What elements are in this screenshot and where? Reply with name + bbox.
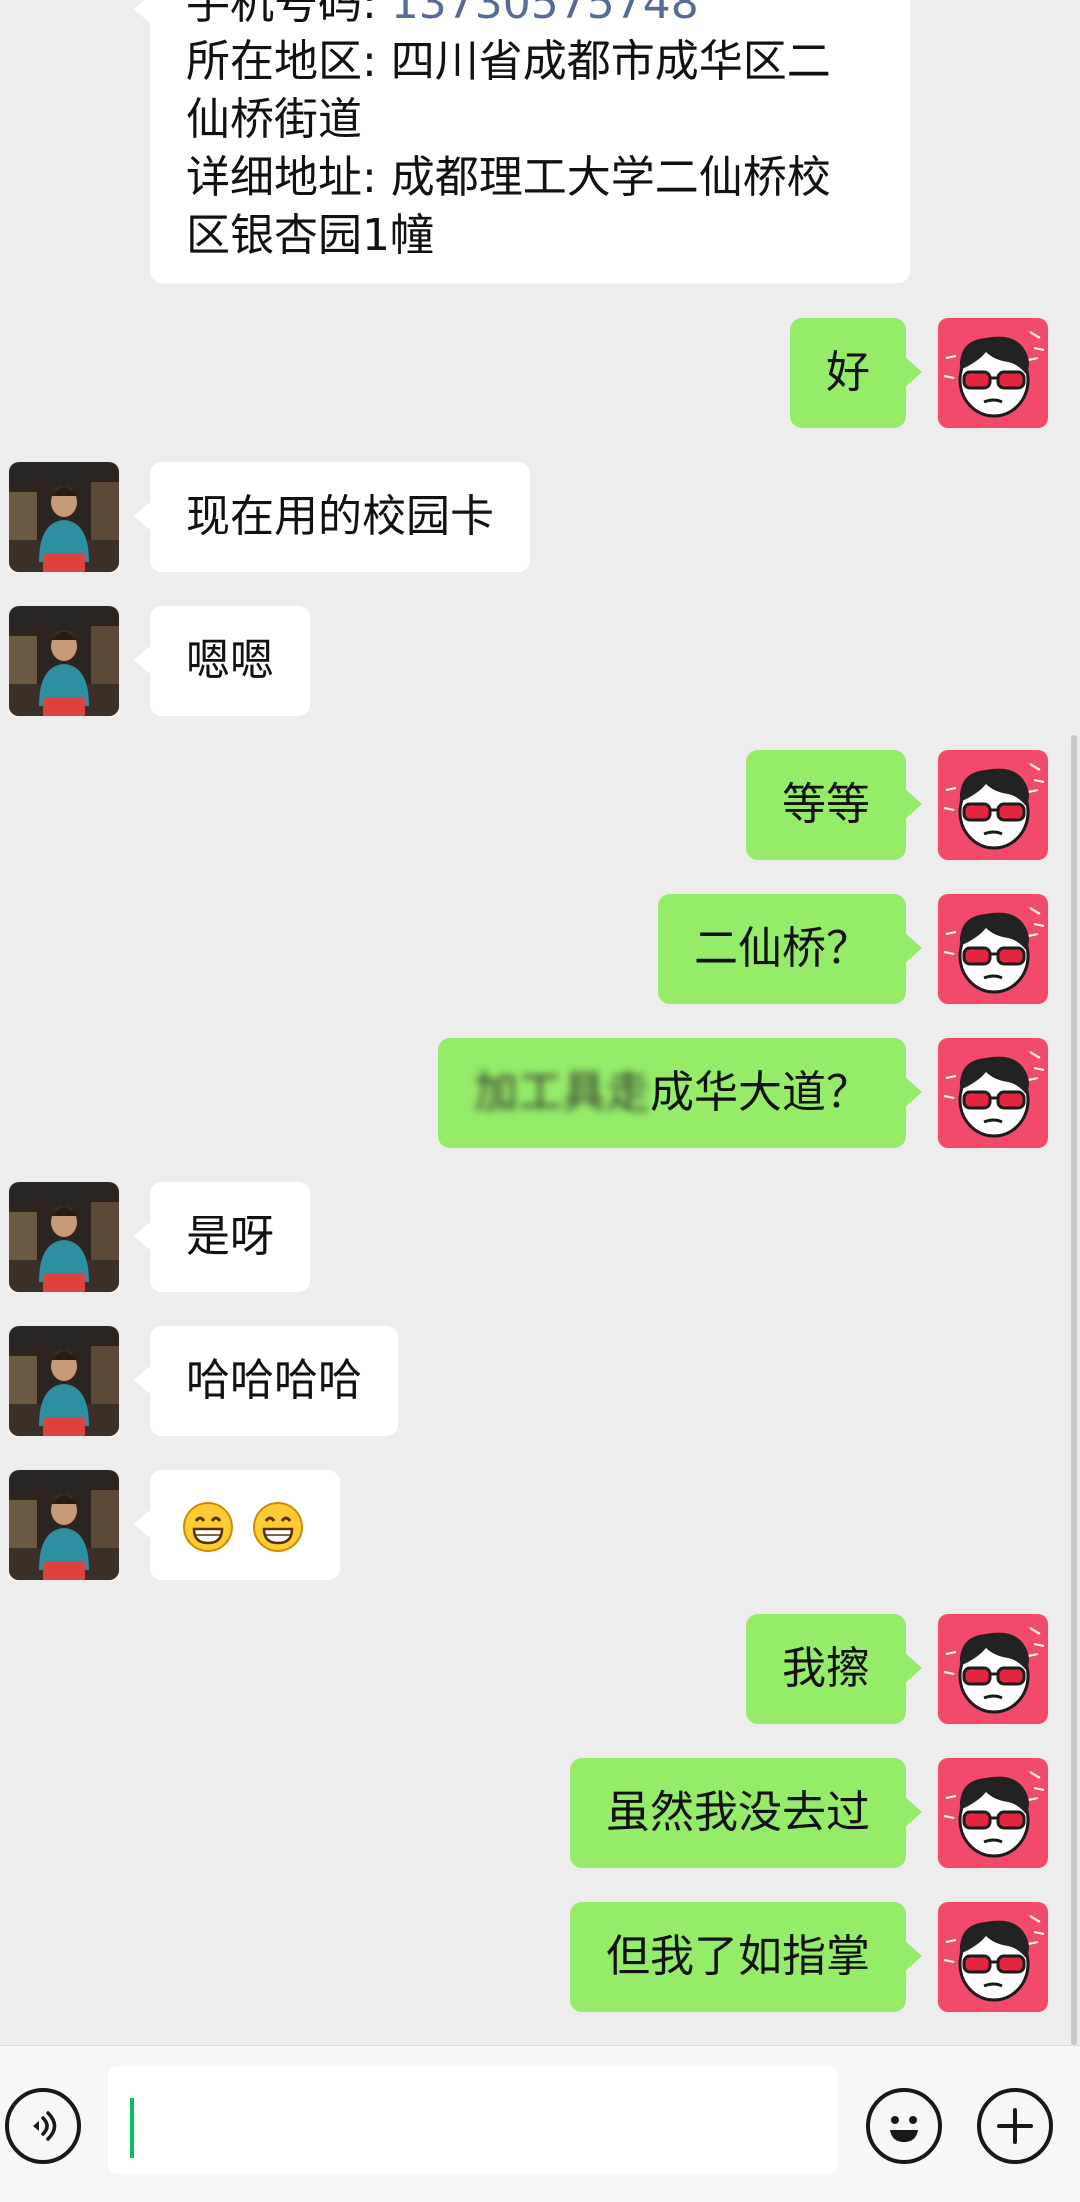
person-photo-avatar-icon xyxy=(9,1326,119,1436)
message-bubble[interactable]: 哈哈哈哈 xyxy=(134,1326,398,1436)
blurred-text: 加工具走 xyxy=(474,1067,650,1118)
message-input[interactable] xyxy=(108,2066,838,2174)
cartoon-face-avatar-icon xyxy=(938,1902,1048,2012)
message-bubble[interactable]: 加工具走成华大道？ xyxy=(438,1038,922,1148)
emoji-icon xyxy=(890,2116,918,2142)
contact-avatar[interactable] xyxy=(9,462,119,572)
message-bubble[interactable]: 现在用的校园卡 xyxy=(134,462,530,572)
message-text: 成华大道？ xyxy=(650,1067,870,1118)
voice-icon xyxy=(33,2111,57,2141)
address-line: 详细地址: 成都理工大学二仙桥校 xyxy=(186,152,831,203)
address-line: 仙桥街道 xyxy=(186,94,362,145)
person-photo-avatar-icon xyxy=(9,1182,119,1292)
message-bubble[interactable]: 但我了如指掌 xyxy=(570,1902,922,2012)
self-avatar[interactable] xyxy=(938,750,1048,860)
person-photo-avatar-icon xyxy=(9,462,119,572)
chat-area[interactable]: 手机号码: 13730575748 所在地区: 四川省成都市成华区二 仙桥街道 … xyxy=(0,0,1080,2045)
cartoon-face-avatar-icon xyxy=(938,1038,1048,1148)
emoji-bubble[interactable] xyxy=(134,1470,340,1580)
message-bubble[interactable]: 嗯嗯 xyxy=(134,606,310,716)
self-avatar[interactable] xyxy=(938,1038,1048,1148)
contact-avatar[interactable] xyxy=(9,1182,119,1292)
emoji-button[interactable] xyxy=(866,2088,942,2164)
plus-icon xyxy=(997,2108,1033,2144)
person-photo-avatar-icon xyxy=(9,1470,119,1580)
address-line: 所在地区: 四川省成都市成华区二 xyxy=(186,36,831,87)
self-avatar[interactable] xyxy=(938,1758,1048,1868)
message-bubble[interactable]: 虽然我没去过 xyxy=(570,1758,922,1868)
message-bubble[interactable]: 好 xyxy=(790,318,922,428)
message-bubble[interactable]: 是呀 xyxy=(134,1182,310,1292)
address-bubble[interactable]: 手机号码: 13730575748 所在地区: 四川省成都市成华区二 仙桥街道 … xyxy=(134,0,910,283)
self-avatar[interactable] xyxy=(938,894,1048,1004)
cartoon-face-avatar-icon xyxy=(938,750,1048,860)
person-photo-avatar-icon xyxy=(9,606,119,716)
contact-avatar[interactable] xyxy=(9,1470,119,1580)
message-bubble[interactable]: 等等 xyxy=(746,750,922,860)
grin-emoji-icon xyxy=(253,1502,303,1552)
self-avatar[interactable] xyxy=(938,318,1048,428)
cartoon-face-avatar-icon xyxy=(938,1614,1048,1724)
input-bar xyxy=(0,2045,1080,2202)
grin-emoji-icon xyxy=(183,1502,233,1552)
address-line-phone: 手机号码: 13730575748 xyxy=(186,0,874,33)
message-bubble[interactable]: 我擦 xyxy=(746,1614,922,1724)
self-avatar[interactable] xyxy=(938,1902,1048,2012)
address-line: 区银杏园1幢 xyxy=(186,210,434,261)
contact-avatar[interactable] xyxy=(9,606,119,716)
self-avatar[interactable] xyxy=(938,1614,1048,1724)
contact-avatar[interactable] xyxy=(9,1326,119,1436)
text-caret xyxy=(130,2098,134,2158)
message-bubble[interactable]: 二仙桥？ xyxy=(658,894,922,1004)
phone-number-link[interactable]: 13730575748 xyxy=(391,0,699,29)
more-button[interactable] xyxy=(977,2088,1053,2164)
cartoon-face-avatar-icon xyxy=(938,1758,1048,1868)
voice-button[interactable] xyxy=(5,2088,81,2164)
scrollbar[interactable] xyxy=(1071,735,1077,2045)
cartoon-face-avatar-icon xyxy=(938,318,1048,428)
cartoon-face-avatar-icon xyxy=(938,894,1048,1004)
